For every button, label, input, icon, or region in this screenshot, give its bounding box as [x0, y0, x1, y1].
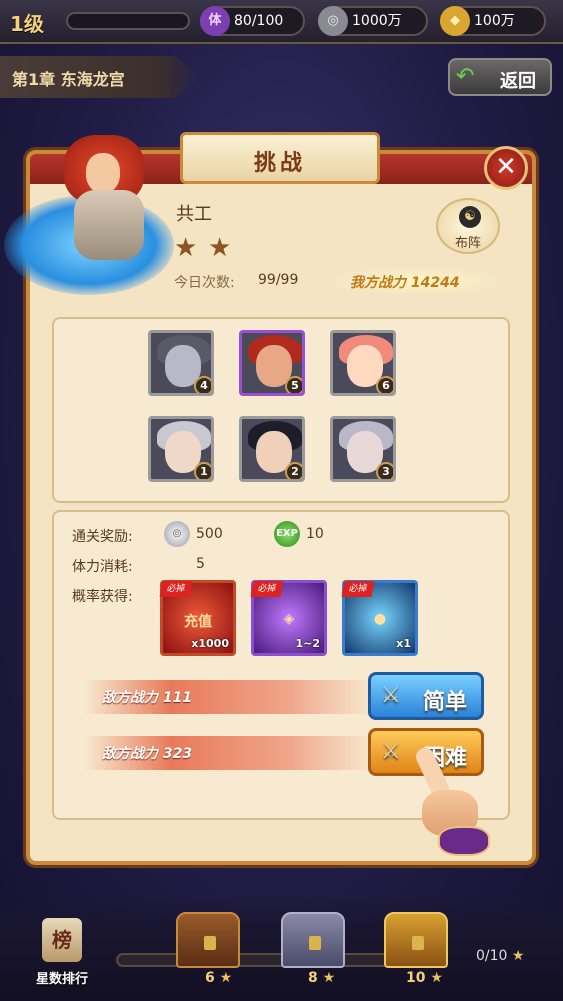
boss-body: [74, 190, 144, 260]
orb-icon: ●: [373, 611, 387, 627]
easy-button[interactable]: ⚔ 简单: [368, 672, 484, 720]
hard-enemy-power: 敌方战力 323: [84, 736, 374, 770]
item-count: x1: [396, 637, 411, 650]
star-icon: ★: [322, 970, 336, 986]
star-ranking-label: 星数排行: [35, 972, 88, 987]
chest-star-requirement: 6 ★: [205, 970, 232, 986]
chest-star-requirement: 8 ★: [308, 970, 335, 986]
reward-item-purple-gem[interactable]: 必掉 ◈ 1~2: [250, 580, 327, 656]
player-level: 1级: [10, 12, 44, 36]
attempts-label: 今日次数:: [174, 275, 235, 291]
back-label: 返回: [500, 71, 536, 92]
treasure-chest-10[interactable]: [384, 912, 448, 968]
position-badge: 3: [376, 462, 393, 479]
star-progress-value: 0/10: [476, 948, 508, 964]
boss-star-icon: ★: [208, 233, 232, 263]
pointer-cuff: [438, 826, 490, 856]
yin-yang-icon: ☯: [459, 206, 481, 228]
gold-value: 100万: [474, 13, 515, 29]
close-button[interactable]: ✕: [484, 146, 528, 190]
boss-portrait: [4, 135, 179, 295]
silver-value: 1000万: [352, 13, 402, 29]
boss-name: 共工: [176, 204, 212, 225]
star-ranking-button[interactable]: 榜 星数排行: [34, 918, 90, 994]
item-count: x1000: [191, 637, 229, 650]
enemy-hero-card[interactable]: 4: [148, 330, 214, 396]
star-icon: ★: [219, 970, 233, 986]
silver-coin-icon: ◎: [164, 521, 190, 547]
formation-label: 布阵: [454, 236, 481, 251]
chest-star-count: 10: [406, 970, 426, 986]
stamina-value: 80/100: [234, 13, 284, 29]
gem-icon: ◈: [283, 611, 295, 627]
exp-reward-amount: 10: [306, 526, 324, 542]
attempts-value: 99/99: [258, 272, 299, 288]
stamina-counter[interactable]: 体 80/100: [200, 6, 305, 36]
dialog-title-plate: 挑战: [180, 132, 380, 184]
pass-reward-label: 通关奖励:: [72, 529, 133, 545]
guaranteed-drop-tag: 必掉: [341, 581, 375, 597]
stamina-icon: 体: [200, 6, 230, 36]
reward-item-blue-orb[interactable]: 必掉 ● x1: [341, 580, 418, 656]
chapter-title: 第1章 东海龙宫: [12, 70, 125, 89]
stamina-cost-value: 5: [196, 556, 205, 572]
silver-coin-icon: ◎: [318, 6, 348, 36]
treasure-chest-6[interactable]: [176, 912, 240, 968]
enemy-hero-card[interactable]: 2: [239, 416, 305, 482]
star-icon: ★: [511, 948, 525, 964]
boss-face: [86, 153, 120, 193]
tutorial-hand-pointer: [404, 740, 494, 860]
star-icon: ★: [430, 970, 443, 986]
silver-counter[interactable]: ◎ 1000万: [318, 6, 428, 36]
hard-power-text: 敌方战力 323: [102, 746, 193, 762]
item-count: 1~2: [295, 637, 320, 650]
easy-label: 简单: [423, 690, 468, 715]
chest-lock-icon: [204, 936, 216, 950]
chest-star-count: 6: [205, 970, 215, 986]
back-arrow-icon: ↶: [456, 64, 475, 89]
position-badge: 2: [285, 462, 302, 479]
guaranteed-drop-tag: 必掉: [159, 581, 193, 597]
my-power-text: 我方战力 14244: [350, 275, 460, 291]
easy-power-text: 敌方战力 111: [102, 690, 193, 706]
boss-star-icon: ★: [174, 233, 198, 263]
formation-button[interactable]: ☯ 布阵: [436, 198, 500, 254]
xp-bar: [66, 12, 190, 30]
chest-lock-icon: [412, 936, 424, 950]
silver-reward-amount: 500: [196, 526, 223, 542]
star-progress: 0/10 ★: [476, 948, 524, 964]
chest-star-requirement: 10 ★: [406, 970, 443, 986]
drop-chance-label: 概率获得:: [72, 589, 133, 605]
ranking-scroll-icon: 榜: [42, 918, 82, 962]
close-icon: ✕: [495, 152, 517, 182]
position-badge: 1: [194, 462, 211, 479]
enemy-hero-card[interactable]: 1: [148, 416, 214, 482]
back-button[interactable]: ↶ 返回: [448, 58, 552, 96]
crossed-swords-icon: ⚔: [381, 739, 401, 764]
top-status-bar: 1级 体 80/100 ◎ 1000万 ◆ 100万: [0, 0, 563, 44]
dialog-title: 挑战: [253, 151, 306, 176]
my-power: 我方战力 14244: [336, 268, 496, 294]
position-badge: 4: [194, 376, 211, 393]
enemy-hero-card[interactable]: 5: [239, 330, 305, 396]
enemy-hero-card[interactable]: 6: [330, 330, 396, 396]
chest-lock-icon: [309, 936, 321, 950]
easy-enemy-power: 敌方战力 111: [84, 680, 374, 714]
gold-counter[interactable]: ◆ 100万: [440, 6, 546, 36]
stamina-cost-label: 体力消耗:: [72, 559, 133, 575]
guaranteed-drop-tag: 必掉: [250, 581, 284, 597]
treasure-chest-8[interactable]: [281, 912, 345, 968]
gold-ingot-icon: ◆: [440, 6, 470, 36]
position-badge: 6: [376, 376, 393, 393]
reward-item-recharge[interactable]: 必掉 充值 x1000: [159, 580, 236, 656]
chest-star-count: 8: [308, 970, 318, 986]
position-badge: 5: [285, 376, 302, 393]
item-name: 充值: [184, 614, 212, 630]
crossed-swords-icon: ⚔: [381, 683, 401, 708]
enemy-hero-card[interactable]: 3: [330, 416, 396, 482]
exp-icon: EXP: [274, 521, 300, 547]
chapter-banner: 第1章 东海龙宫: [0, 56, 200, 98]
